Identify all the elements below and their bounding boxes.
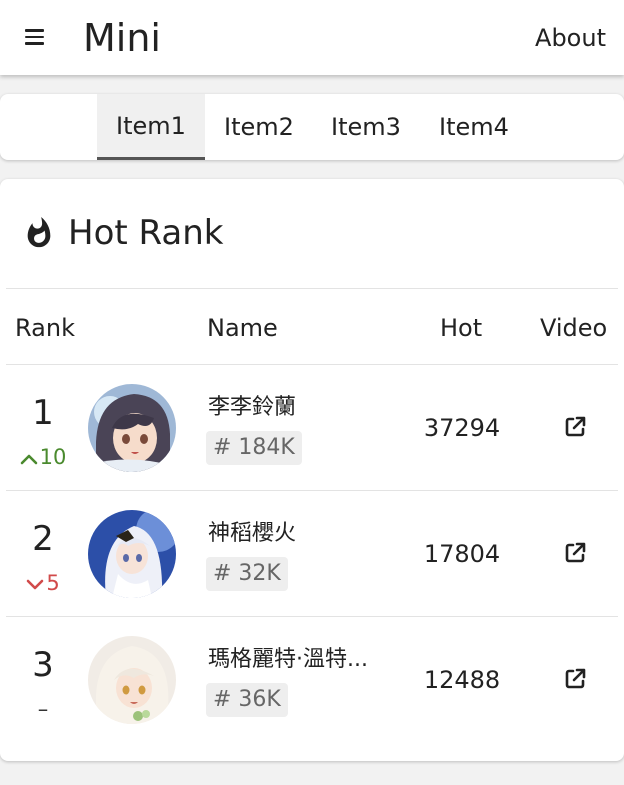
follower-tag: # 184K [206, 431, 302, 465]
streamer-name: 神稻櫻火 [208, 521, 297, 546]
follower-tag: # 36K [206, 683, 288, 717]
rank-number: 3 [32, 645, 54, 685]
about-link[interactable]: About [535, 22, 606, 54]
tab-item1[interactable]: Item1 [97, 94, 205, 160]
streamer-name: 李李鈴蘭 [208, 395, 297, 420]
rank-change: 10 [0, 445, 86, 469]
rank-change-value: 5 [46, 571, 60, 595]
hot-rank-card: Hot Rank Rank Name Hot Video 1 10 李李鈴蘭 # [0, 179, 624, 761]
hot-value: 37294 [423, 414, 501, 442]
rank-change-value: – [37, 697, 49, 721]
avatar [88, 510, 176, 598]
arrow-down-icon [27, 579, 44, 590]
streamer-name: 瑪格麗特·溫特... [208, 647, 368, 672]
hot-value: 17804 [423, 540, 501, 568]
column-header-video: Video [540, 314, 608, 342]
column-header-hot: Hot [440, 314, 483, 342]
follower-tag: # 32K [206, 557, 288, 591]
avatar [88, 636, 176, 724]
external-link-icon[interactable] [563, 667, 587, 691]
tab-bar: Item1 Item2 Item3 Item4 [0, 94, 624, 160]
divider [6, 288, 618, 289]
table-row[interactable]: 1 10 李李鈴蘭 # 184K 37294 [0, 365, 624, 491]
app-bar: Mini About [0, 0, 624, 75]
tab-item4[interactable]: Item4 [428, 94, 520, 160]
rank-change: 5 [0, 571, 86, 595]
rank-number: 2 [32, 519, 54, 559]
external-link-icon[interactable] [563, 541, 587, 565]
rank-change-value: 10 [39, 445, 67, 469]
rank-change: – [0, 697, 86, 721]
fire-icon [27, 216, 51, 248]
rank-number: 1 [32, 393, 54, 433]
hot-value: 12488 [423, 666, 501, 694]
app-title: Mini [83, 16, 161, 60]
card-title: Hot Rank [68, 213, 224, 253]
column-header-name: Name [207, 314, 278, 342]
table-row[interactable]: 3 – 瑪格麗特·溫特... # 36K 12488 [0, 617, 624, 743]
menu-icon[interactable] [25, 28, 45, 46]
tab-item3[interactable]: Item3 [320, 94, 412, 160]
table-row[interactable]: 2 5 神稻櫻火 # 32K 17804 [0, 491, 624, 617]
avatar [88, 384, 176, 472]
tab-item2[interactable]: Item2 [213, 94, 305, 160]
arrow-up-icon [20, 454, 37, 465]
external-link-icon[interactable] [563, 415, 587, 439]
column-header-rank: Rank [15, 314, 75, 342]
